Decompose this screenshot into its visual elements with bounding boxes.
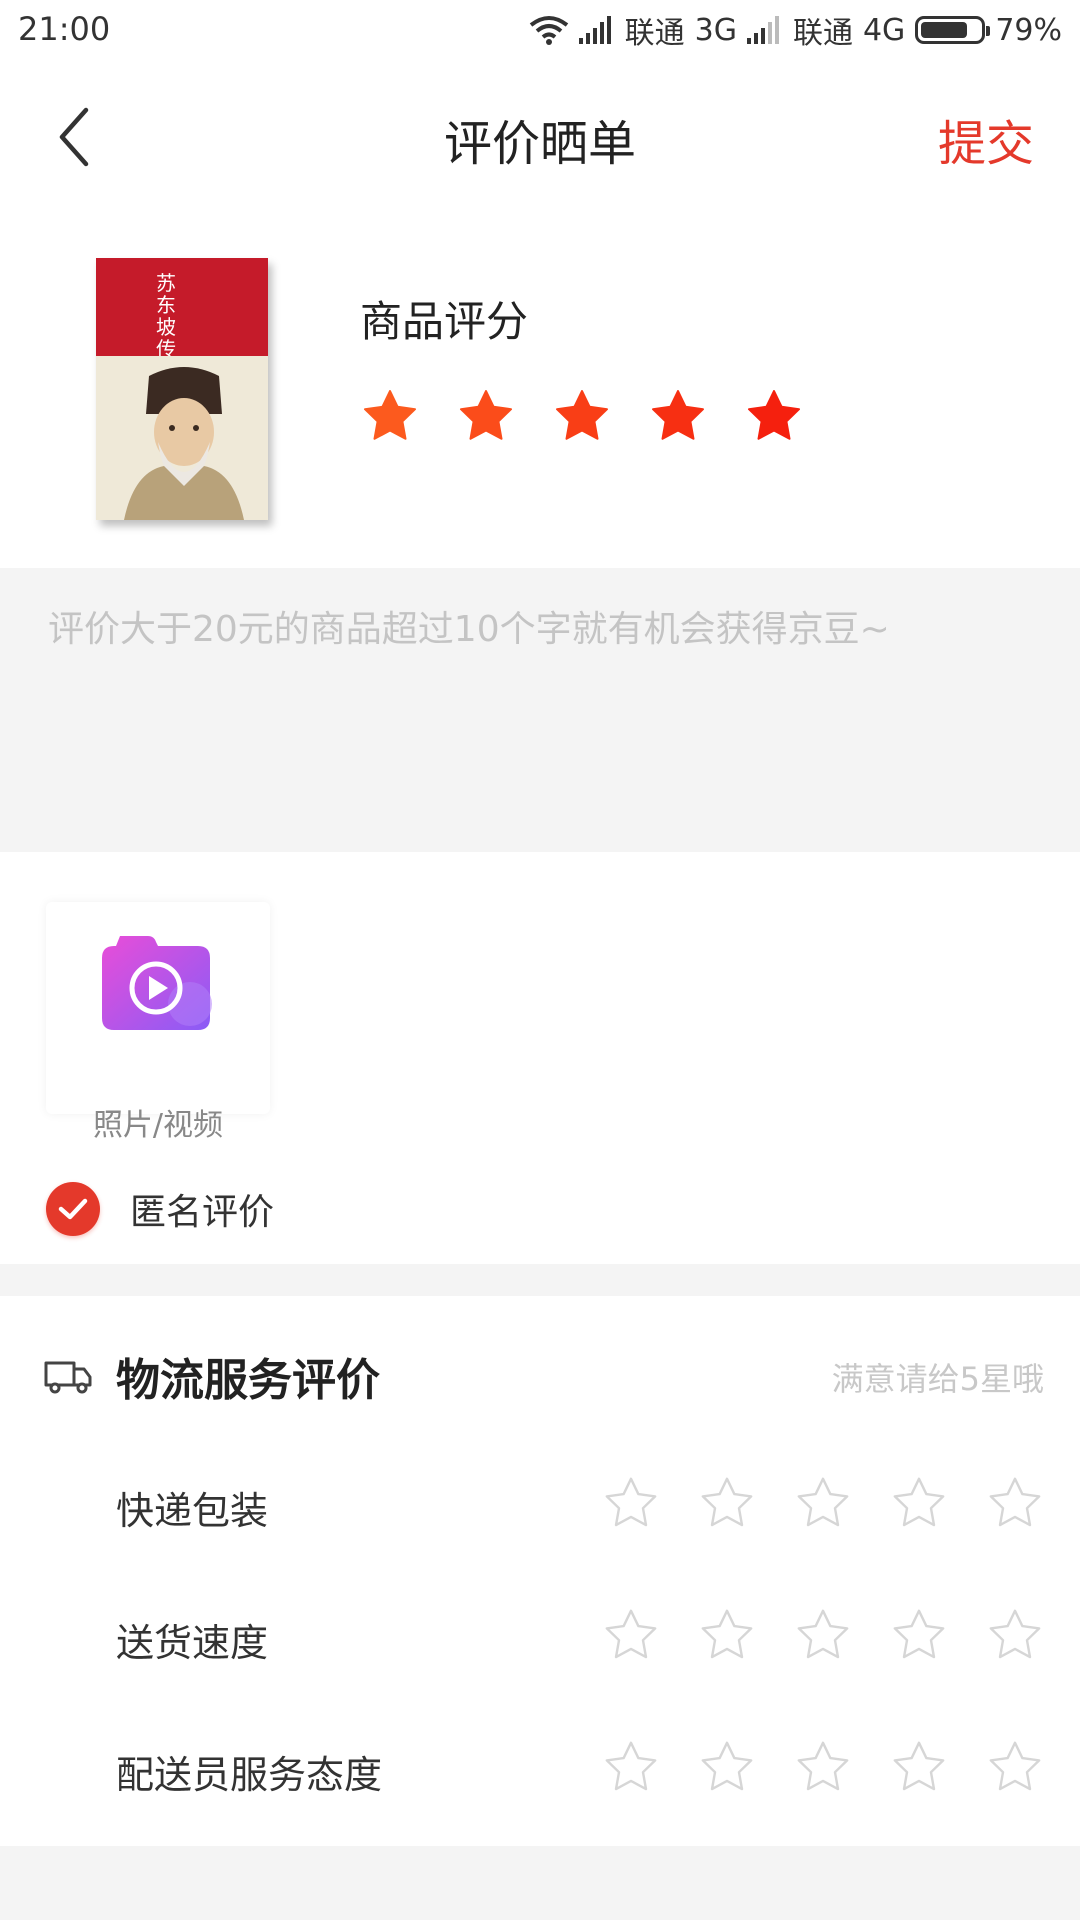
comment-input[interactable]	[46, 598, 1040, 832]
status-indicators: 联通 3G 联通 4G 79%	[529, 8, 1062, 52]
logistics-star-rating	[602, 1474, 1044, 1530]
battery-level	[921, 22, 968, 38]
product-image[interactable]: 苏东坡传	[96, 258, 268, 520]
star-outline-icon[interactable]	[698, 1738, 756, 1794]
product-star-rating	[360, 386, 804, 444]
carrier-2: 联通	[792, 16, 853, 51]
signal-icon	[578, 16, 611, 44]
star-outline-icon[interactable]	[602, 1606, 660, 1662]
star-icon[interactable]	[456, 386, 516, 444]
star-outline-icon[interactable]	[794, 1474, 852, 1530]
star-outline-icon[interactable]	[794, 1606, 852, 1662]
upload-label: 照片/视频	[92, 1108, 224, 1143]
logistics-rating-row: 配送员服务态度	[0, 1724, 1080, 1814]
header: 评价晒单 提交	[0, 62, 1080, 208]
network-2: 4G	[862, 12, 906, 48]
star-icon[interactable]	[648, 386, 708, 444]
portrait-illustration	[124, 367, 244, 520]
camera-video-icon	[102, 936, 212, 1030]
star-outline-icon[interactable]	[986, 1738, 1044, 1794]
book-cover-title: 苏东坡传	[156, 271, 176, 361]
status-time: 21:00	[18, 10, 111, 48]
logistics-star-rating	[602, 1738, 1044, 1794]
star-icon[interactable]	[360, 386, 420, 444]
logistics-rating-label: 配送员服务态度	[116, 1753, 383, 1797]
product-rating-section: 苏东坡传 商品评分	[0, 208, 1080, 568]
battery-icon	[915, 16, 991, 44]
star-outline-icon[interactable]	[698, 1606, 756, 1662]
upload-photo-video-button[interactable]: 照片/视频	[46, 902, 270, 1143]
logistics-rating-label: 送货速度	[116, 1621, 269, 1665]
truck-icon	[44, 1361, 92, 1394]
star-outline-icon[interactable]	[986, 1606, 1044, 1662]
comment-section	[0, 568, 1080, 852]
logistics-rating-row: 送货速度	[0, 1592, 1080, 1682]
logistics-rating-label: 快递包装	[116, 1489, 269, 1533]
star-outline-icon[interactable]	[986, 1474, 1044, 1530]
star-outline-icon[interactable]	[602, 1738, 660, 1794]
submit-button[interactable]: 提交	[938, 104, 1034, 174]
star-icon[interactable]	[744, 386, 804, 444]
carrier-1: 联通	[624, 16, 685, 51]
status-bar: 21:00 联通 3G 联通 4G 79%	[0, 0, 1080, 62]
anonymous-toggle[interactable]: 匿名评价	[46, 1182, 274, 1236]
checkmark-icon	[58, 1198, 88, 1220]
logistics-title: 物流服务评价	[116, 1355, 380, 1406]
logistics-star-rating	[602, 1606, 1044, 1662]
star-icon[interactable]	[552, 386, 612, 444]
wifi-icon	[529, 16, 568, 45]
network-1: 3G	[694, 12, 737, 48]
anonymous-checkbox[interactable]	[46, 1182, 100, 1236]
logistics-rating-section: 物流服务评价 满意请给5星哦 快递包装送货速度配送员服务态度	[0, 1296, 1080, 1846]
anonymous-label: 匿名评价	[130, 1192, 275, 1233]
product-rating-title: 商品评分	[360, 297, 529, 346]
logistics-header: 物流服务评价	[44, 1344, 380, 1408]
media-section: 照片/视频 匿名评价	[0, 852, 1080, 1264]
signal-icon	[746, 16, 779, 44]
star-outline-icon[interactable]	[602, 1474, 660, 1530]
battery-percent: 79%	[995, 12, 1062, 48]
star-outline-icon[interactable]	[794, 1738, 852, 1794]
logistics-rating-row: 快递包装	[0, 1460, 1080, 1550]
star-outline-icon[interactable]	[890, 1606, 948, 1662]
logistics-hint: 满意请给5星哦	[831, 1360, 1044, 1398]
page-title: 评价晒单	[443, 116, 636, 172]
star-outline-icon[interactable]	[890, 1738, 948, 1794]
star-outline-icon[interactable]	[698, 1474, 756, 1530]
star-outline-icon[interactable]	[890, 1474, 948, 1530]
